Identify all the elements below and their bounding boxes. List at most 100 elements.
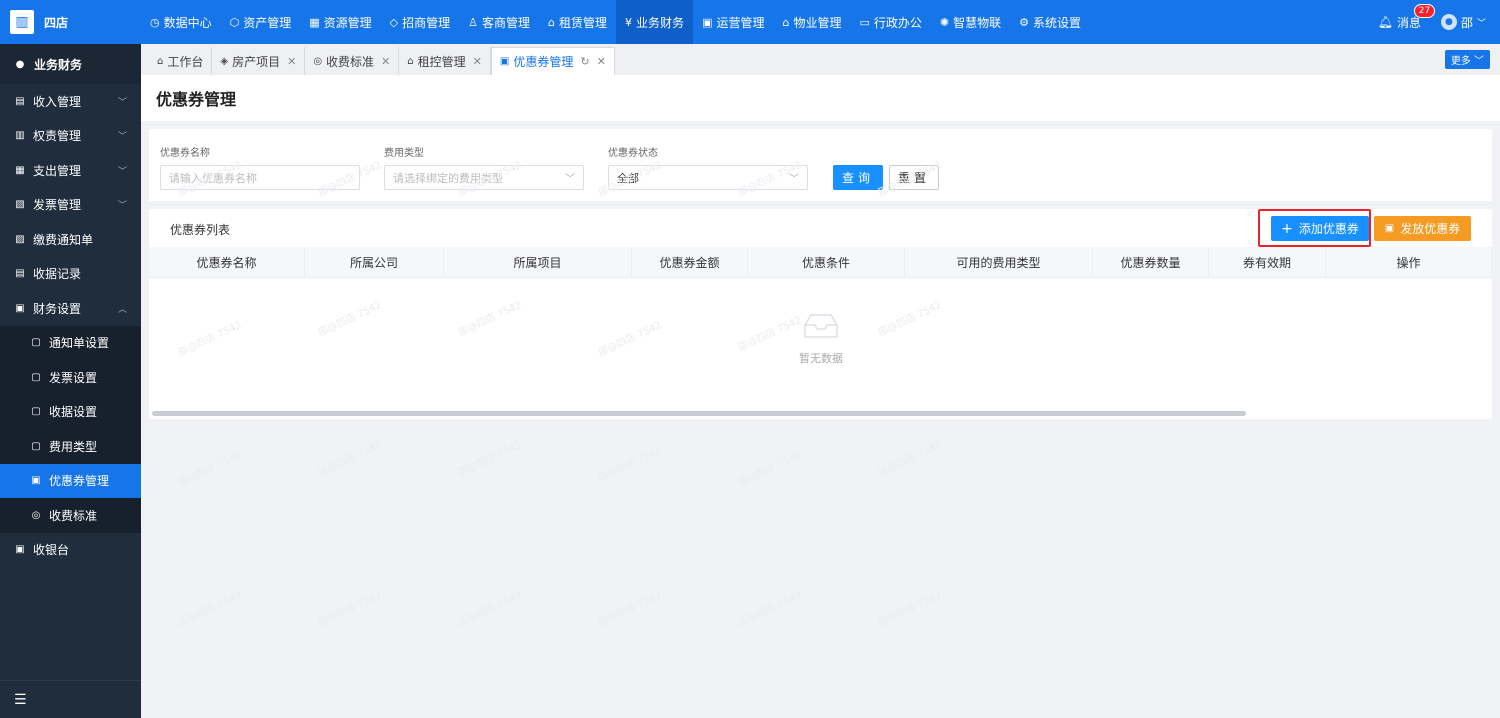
menu-icon: ▭ — [859, 15, 870, 29]
menu-icon: ◇ — [389, 15, 399, 29]
chevron-icon: ﹀ — [117, 201, 127, 212]
coupon-name-input[interactable]: 请输入优惠券名称 — [160, 165, 360, 190]
sidebar-item[interactable]: ▨ 缴费通知单 — [0, 222, 141, 257]
sidebar-header-label: 业务财务 — [34, 57, 83, 72]
sidebar-subitem-label: 收据设置 — [49, 405, 98, 420]
sidebar-subitem[interactable]: ▢ 通知单设置 — [0, 325, 141, 360]
sidebar-subitem[interactable]: ▢ 发票设置 — [0, 360, 141, 395]
menu-icon: ▣ — [702, 15, 713, 29]
tab-label: 租控管理 — [417, 54, 466, 69]
menu-icon: ⌂ — [782, 15, 790, 29]
topnav-item[interactable]: ✺ 智慧物联 — [931, 0, 1010, 44]
sidebar-item[interactable]: ▤ 收入管理 ﹀ — [0, 84, 141, 119]
close-icon[interactable]: ✕ — [597, 55, 606, 68]
tab[interactable]: ⌂ 工作台 — [149, 47, 213, 75]
watermark: 邵@四店 7542 — [176, 449, 244, 489]
topnav-item[interactable]: ⚙ 系统设置 — [1010, 0, 1090, 44]
page-title: 优惠券管理 — [141, 75, 1500, 121]
topnav-label: 运营管理 — [716, 15, 765, 30]
menu-icon: ▣ — [15, 302, 25, 314]
topnav-item[interactable]: ⌂ 租赁管理 — [539, 0, 616, 44]
sidebar-item-label: 财务设置 — [33, 301, 82, 316]
coupon-status-label: 优惠券状态 — [608, 148, 658, 159]
plus-icon: + — [1281, 220, 1293, 237]
user-menu[interactable]: ● 邵 ﹀ — [1440, 14, 1486, 31]
sidebar-item[interactable]: ▦ 支出管理 ﹀ — [0, 153, 141, 188]
bell-icon: 🔔︎ — [1377, 15, 1393, 29]
chevron-icon: ﹀ — [117, 166, 127, 177]
tab[interactable]: ◈ 房产项目 ✕ — [212, 47, 306, 75]
menu-icon: ▦ — [309, 15, 320, 29]
sidebar-item-cashier[interactable]: ▣ 收银台 — [0, 533, 141, 568]
coupon-status-select[interactable]: 全部 ﹀ — [608, 165, 808, 190]
coupon-list-panel: 优惠券列表 + 添加优惠券 ▣ 发放优惠券 优惠券名称 所属公司 所属项目 优惠券金额… — [149, 209, 1492, 419]
chevron-down-icon: ﹀ — [1476, 18, 1486, 29]
watermark: 邵@四店 7542 — [876, 439, 944, 479]
topnav-item[interactable]: ◇ 招商管理 — [381, 0, 459, 44]
chevron-down-icon: ﹀ — [789, 174, 799, 185]
menu-icon: ▨ — [15, 233, 25, 245]
horizontal-scrollbar[interactable] — [152, 411, 1246, 416]
watermark: 邵@四店 7542 — [316, 439, 384, 479]
add-coupon-button[interactable]: + 添加优惠券 — [1271, 216, 1369, 241]
topnav-item[interactable]: ▭ 行政办公 — [850, 0, 930, 44]
more-tabs-button[interactable]: 更多 ﹀ — [1444, 50, 1490, 69]
topnav-label: 资产管理 — [243, 15, 292, 30]
menu-icon: ▣ — [31, 475, 41, 487]
close-icon[interactable]: ✕ — [381, 55, 390, 68]
close-icon[interactable]: ✕ — [473, 55, 482, 68]
watermark: 邵@四店 7542 — [736, 589, 804, 629]
topnav-label: 系统设置 — [1033, 15, 1082, 30]
app-logo[interactable]: ▥ 四店 — [0, 0, 141, 44]
messages-button[interactable]: 🔔︎ 消息 27 — [1377, 3, 1436, 31]
topnav-item[interactable]: ▦ 资源管理 — [300, 0, 380, 44]
topnav-label: 智慧物联 — [953, 15, 1002, 30]
fee-type-select[interactable]: 请选择绑定的费用类型 ﹀ — [384, 165, 584, 190]
sidebar-item-label: 权责管理 — [33, 129, 82, 144]
sidebar-subitem-label: 发票设置 — [49, 370, 98, 385]
watermark: 邵@四店 7542 — [596, 444, 664, 484]
sidebar-subitem[interactable]: ▣ 优惠券管理 — [0, 463, 141, 498]
topnav-label: 数据中心 — [163, 15, 212, 30]
sidebar-subitem[interactable]: ▢ 费用类型 — [0, 429, 141, 464]
sidebar-subitem-label: 优惠券管理 — [49, 474, 110, 489]
menu-icon: ⌂ — [548, 15, 556, 29]
topnav-item[interactable]: ⌂ 物业管理 — [773, 0, 850, 44]
sidebar-header: ● 业务财务 — [0, 44, 141, 84]
tab[interactable]: ▣ 优惠券管理 ↻ ✕ — [490, 47, 615, 75]
sidebar-subitem[interactable]: ▢ 收据设置 — [0, 394, 141, 429]
column-header: 操作 — [1326, 247, 1492, 278]
reset-button[interactable]: 重置 — [889, 165, 939, 190]
app-name: 四店 — [44, 15, 69, 30]
topnav-item[interactable]: ▣ 运营管理 — [693, 0, 773, 44]
chevron-icon: ﹀ — [117, 132, 127, 143]
query-button[interactable]: 查询 — [833, 165, 883, 190]
menu-icon: ✺ — [939, 15, 950, 29]
menu-icon: ▢ — [31, 371, 41, 383]
sidebar-subitem-label: 收费标准 — [49, 508, 98, 523]
add-coupon-label: 添加优惠券 — [1298, 222, 1359, 236]
topnav-label: 租赁管理 — [559, 15, 608, 30]
tab[interactable]: ◎ 收费标准 ✕ — [305, 47, 400, 75]
sidebar-item[interactable]: ▤ 收据记录 — [0, 257, 141, 292]
sidebar-item[interactable]: ▧ 发票管理 ﹀ — [0, 188, 141, 223]
menu-icon: ▤ — [15, 95, 25, 107]
close-icon[interactable]: ✕ — [287, 55, 296, 68]
topnav-item[interactable]: ⬡ 资产管理 — [221, 0, 301, 44]
menu-icon: ▥ — [15, 130, 25, 142]
refresh-icon[interactable]: ↻ — [580, 55, 589, 68]
column-header: 券有效期 — [1209, 247, 1326, 278]
topnav-item[interactable]: ♙ 客商管理 — [459, 0, 539, 44]
collapse-sidebar-icon[interactable]: ☰ — [0, 680, 141, 718]
coupon-status-value: 全部 — [617, 171, 639, 185]
topnav-item[interactable]: ¥ 业务财务 — [616, 0, 694, 44]
sidebar-subitem-label: 费用类型 — [49, 439, 98, 454]
sidebar-item[interactable]: ▣ 财务设置 ︿ — [0, 291, 141, 326]
message-count-badge: 27 — [1413, 3, 1436, 18]
issue-coupon-button[interactable]: ▣ 发放优惠券 — [1374, 216, 1471, 241]
sidebar-item[interactable]: ▥ 权责管理 ﹀ — [0, 119, 141, 154]
topnav-item[interactable]: ◷ 数据中心 — [141, 0, 221, 44]
sidebar-item-label: 支出管理 — [33, 163, 82, 178]
sidebar-subitem[interactable]: ◎ 收费标准 — [0, 498, 141, 533]
tab[interactable]: ⌂ 租控管理 ✕ — [399, 47, 491, 75]
